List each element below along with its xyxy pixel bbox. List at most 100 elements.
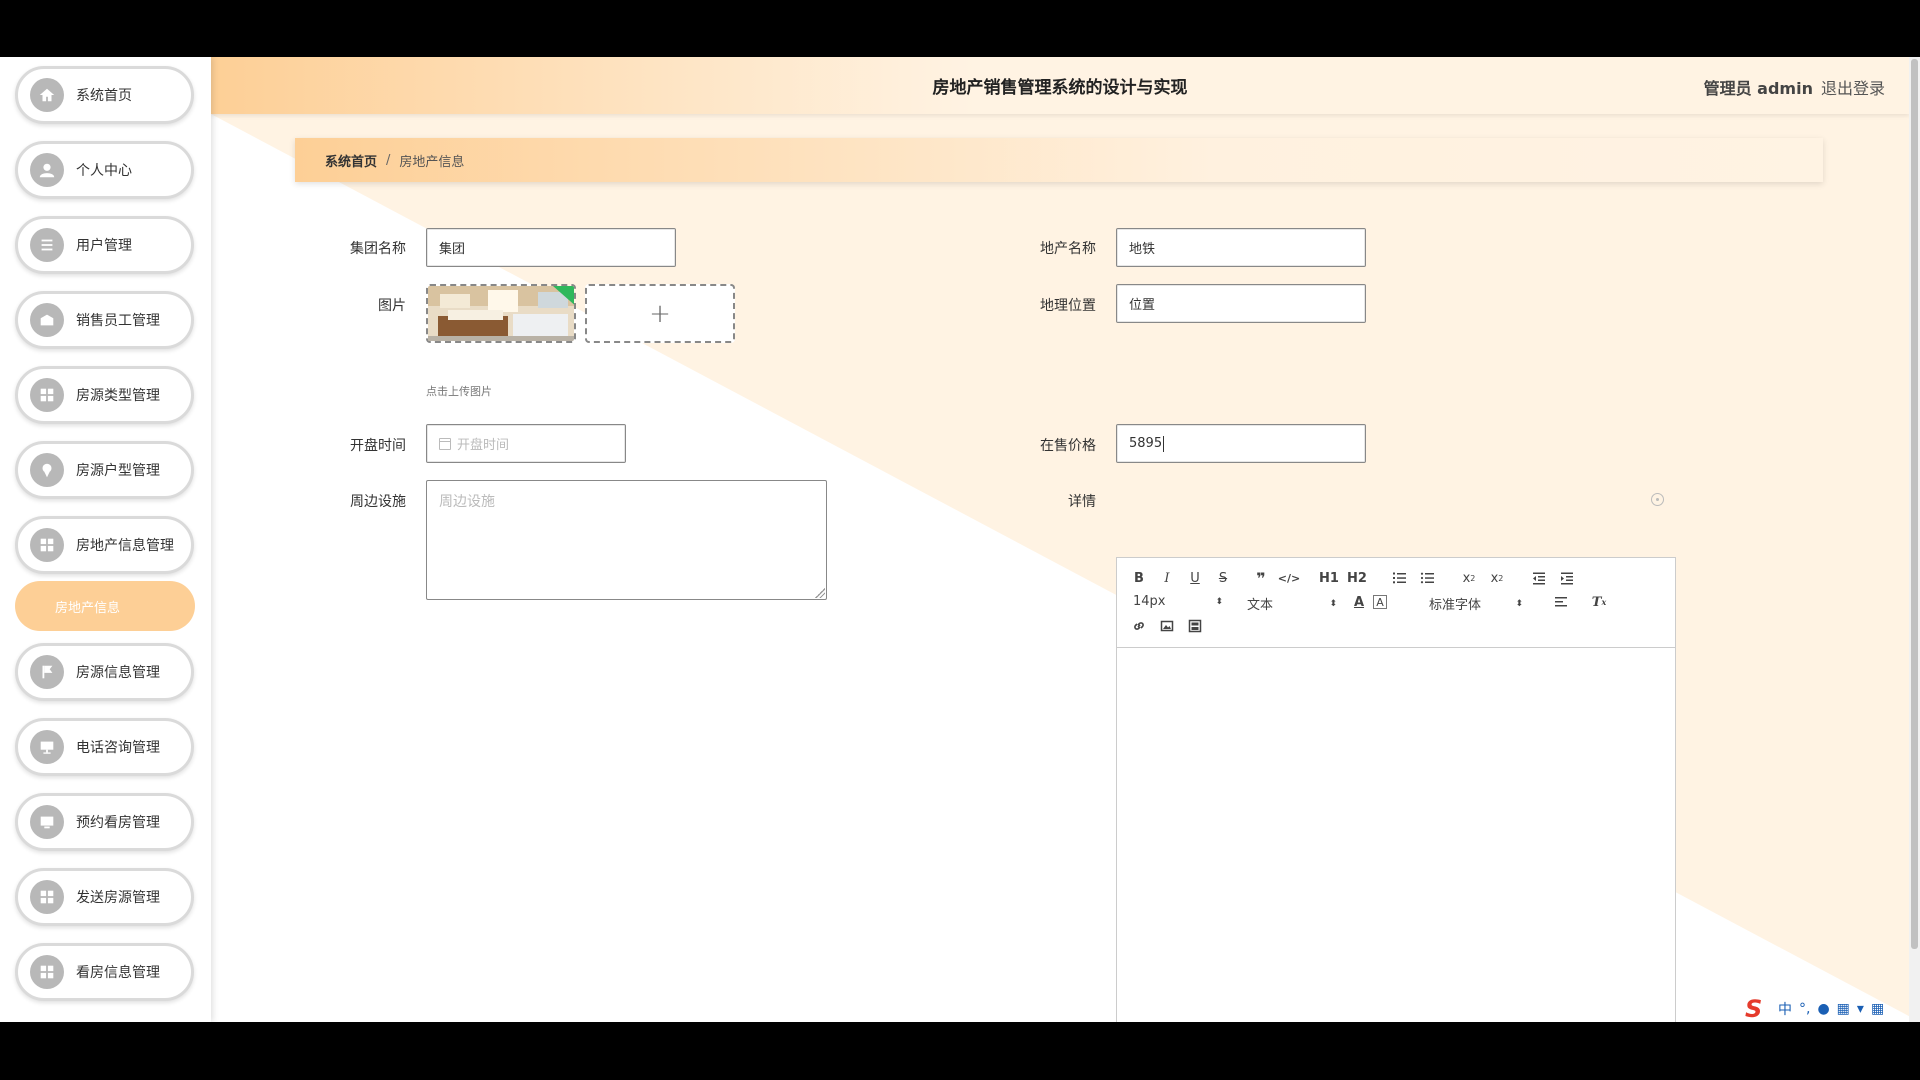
link-icon[interactable] xyxy=(1129,616,1149,636)
user-area: 管理员 admin 退出登录 xyxy=(1704,75,1885,99)
grid-icon xyxy=(30,955,64,989)
code-block-icon[interactable]: </> xyxy=(1278,568,1300,588)
block-format-select[interactable]: 文本 ⬍ xyxy=(1247,594,1337,613)
skin-icon[interactable]: ▾ xyxy=(1857,1001,1864,1017)
open-time-picker[interactable]: 开盘时间 xyxy=(426,424,626,463)
grid-icon xyxy=(30,528,64,562)
price-value: 5895 xyxy=(1129,436,1163,451)
bold-icon[interactable]: B xyxy=(1129,568,1149,588)
font-family-select[interactable]: 标准字体 ⬍ xyxy=(1429,594,1523,613)
sidebar-item-phone-consult[interactable]: 电话咨询管理 xyxy=(15,718,194,776)
user-icon xyxy=(30,153,64,187)
sidebar-item-label: 房源信息管理 xyxy=(76,665,160,681)
sidebar-item-floor-plans[interactable]: 房源户型管理 xyxy=(15,441,194,499)
briefcase-icon xyxy=(30,303,64,337)
heading2-icon[interactable]: H2 xyxy=(1347,568,1367,588)
scrollbar-thumb[interactable] xyxy=(1911,59,1918,949)
image-label: 图片 xyxy=(378,298,406,314)
sidebar-item-label: 发送房源管理 xyxy=(76,890,160,906)
open-time-label: 开盘时间 xyxy=(350,438,406,454)
resize-handle[interactable] xyxy=(815,588,825,598)
logout-link[interactable]: 退出登录 xyxy=(1821,75,1885,99)
vertical-scrollbar[interactable] xyxy=(1909,57,1920,1022)
top-header: 房地产销售管理系统的设计与实现 管理员 admin 退出登录 xyxy=(211,57,1909,114)
group-name-value: 集团 xyxy=(439,242,466,257)
add-image-button[interactable]: + xyxy=(585,284,735,343)
image-icon[interactable] xyxy=(1157,616,1177,636)
sidebar-item-viewing-info[interactable]: 看房信息管理 xyxy=(15,943,194,1001)
sidebar-item-label: 系统首页 xyxy=(76,88,132,104)
upload-tip: 点击上传图片 xyxy=(426,385,492,398)
screen: 系统首页 个人中心 用户管理 销售员工管理 房源类型管理 房源户型管理 房地产信… xyxy=(0,0,1920,1080)
bedroom-photo xyxy=(428,286,574,341)
italic-icon[interactable]: I xyxy=(1157,568,1177,588)
font-size-value: 14px xyxy=(1133,594,1166,609)
estate-name-label: 地产名称 xyxy=(1040,241,1096,257)
strikethrough-icon[interactable]: S xyxy=(1213,568,1233,588)
video-icon[interactable] xyxy=(1185,616,1205,636)
indent-icon[interactable] xyxy=(1557,568,1577,588)
sidebar-item-viewing-appointments[interactable]: 预约看房管理 xyxy=(15,793,194,851)
facilities-textarea[interactable]: 周边设施 xyxy=(426,480,827,600)
font-color-icon[interactable]: A xyxy=(1349,592,1369,612)
sidebar-item-profile[interactable]: 个人中心 xyxy=(15,141,194,199)
text-cursor xyxy=(1163,435,1165,452)
microphone-icon[interactable]: ● xyxy=(1817,1001,1829,1017)
outdent-icon[interactable] xyxy=(1529,568,1549,588)
sidebar-item-users[interactable]: 用户管理 xyxy=(15,216,194,274)
price-label: 在售价格 xyxy=(1040,438,1096,454)
blockquote-icon[interactable]: ❞ xyxy=(1251,568,1271,588)
location-input[interactable]: 位置 xyxy=(1116,284,1366,323)
location-label: 地理位置 xyxy=(1040,298,1096,314)
sidebar: 系统首页 个人中心 用户管理 销售员工管理 房源类型管理 房源户型管理 房地产信… xyxy=(0,57,211,1022)
breadcrumb-home[interactable]: 系统首页 xyxy=(325,151,377,170)
app-title: 房地产销售管理系统的设计与实现 xyxy=(932,78,1188,98)
facilities-placeholder: 周边设施 xyxy=(439,494,495,510)
sidebar-item-send-listings[interactable]: 发送房源管理 xyxy=(15,868,194,926)
sidebar-item-label: 房源户型管理 xyxy=(76,463,160,479)
list-icon xyxy=(30,228,64,262)
background-color-icon[interactable]: A xyxy=(1373,595,1387,609)
heading1-icon[interactable]: H1 xyxy=(1319,568,1339,588)
toolbox-icon[interactable]: ▦ xyxy=(1871,1001,1884,1017)
superscript-icon[interactable]: x2 xyxy=(1487,568,1507,588)
screen-icon xyxy=(30,805,64,839)
editor-content-area[interactable] xyxy=(1117,648,1675,1022)
subscript-icon[interactable]: x2 xyxy=(1459,568,1479,588)
monitor-icon xyxy=(30,730,64,764)
sidebar-item-label: 预约看房管理 xyxy=(76,815,160,831)
underline-icon[interactable]: U xyxy=(1185,568,1205,588)
sidebar-item-label: 看房信息管理 xyxy=(76,965,160,981)
uploaded-image-thumbnail[interactable] xyxy=(426,284,576,343)
sidebar-item-label: 用户管理 xyxy=(76,238,132,254)
grid-icon xyxy=(30,880,64,914)
ime-language[interactable]: 中 xyxy=(1778,999,1792,1019)
font-size-select[interactable]: 14px ⬍ xyxy=(1133,594,1223,609)
plus-icon: + xyxy=(649,298,671,329)
keyboard-icon[interactable]: ▦ xyxy=(1837,1001,1850,1017)
sidebar-item-house-types[interactable]: 房源类型管理 xyxy=(15,366,194,424)
ordered-list-icon[interactable] xyxy=(1389,568,1409,588)
font-family-value: 标准字体 xyxy=(1429,598,1482,613)
home-icon xyxy=(30,78,64,112)
sidebar-item-home[interactable]: 系统首页 xyxy=(15,66,194,124)
price-input[interactable]: 5895 xyxy=(1116,424,1366,463)
sidebar-item-sales-staff[interactable]: 销售员工管理 xyxy=(15,291,194,349)
punctuation-icon[interactable]: °, xyxy=(1799,1001,1810,1017)
align-icon[interactable] xyxy=(1551,592,1571,612)
sidebar-item-listings[interactable]: 房源信息管理 xyxy=(15,643,194,701)
block-format-value: 文本 xyxy=(1247,598,1274,613)
pin-icon xyxy=(30,453,64,487)
breadcrumb-current: 房地产信息 xyxy=(399,154,465,170)
bullet-list-icon[interactable] xyxy=(1417,568,1437,588)
select-arrows-icon: ⬍ xyxy=(1329,598,1337,609)
clear-format-icon[interactable]: Tx xyxy=(1589,592,1609,612)
clear-icon[interactable] xyxy=(1651,493,1664,506)
calendar-icon xyxy=(439,437,451,450)
group-name-input[interactable]: 集团 xyxy=(426,228,676,267)
estate-name-input[interactable]: 地铁 xyxy=(1116,228,1366,267)
sidebar-subitem-estate-info[interactable]: 房地产信息 xyxy=(15,581,195,631)
sidebar-item-estate-info[interactable]: 房地产信息管理 xyxy=(15,516,194,574)
sidebar-item-label: 销售员工管理 xyxy=(76,313,160,329)
sidebar-item-label: 个人中心 xyxy=(76,163,132,179)
